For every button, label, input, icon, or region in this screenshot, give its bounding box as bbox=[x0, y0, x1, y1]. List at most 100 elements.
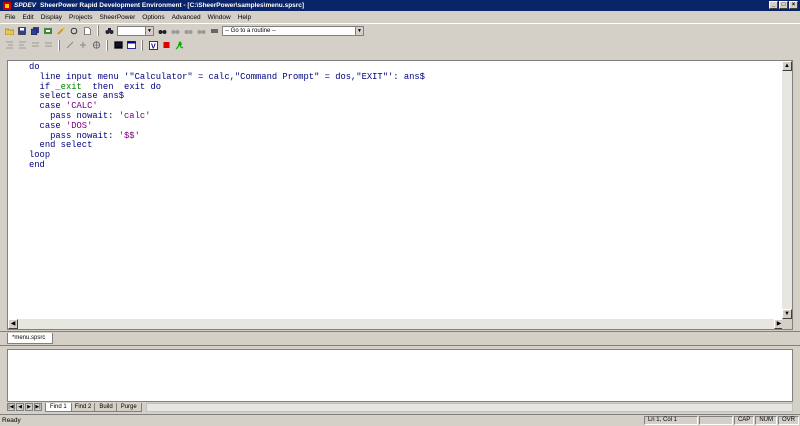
menu-projects[interactable]: Projects bbox=[68, 14, 93, 21]
debug-icon[interactable] bbox=[161, 40, 171, 50]
menu-sheerpower[interactable]: SheerPower bbox=[98, 14, 136, 21]
menu-file[interactable]: File bbox=[4, 14, 16, 21]
tab-find-2[interactable]: Find 2 bbox=[69, 402, 97, 412]
binoculars-icon[interactable] bbox=[157, 26, 167, 36]
menu-bar: File Edit Display Projects SheerPower Op… bbox=[0, 11, 800, 23]
scroll-left-button[interactable]: ◀ bbox=[8, 319, 18, 329]
find-icon[interactable] bbox=[104, 26, 114, 36]
save-all-icon[interactable] bbox=[30, 26, 40, 36]
code-token: case bbox=[29, 120, 66, 131]
code-token: if bbox=[29, 81, 56, 92]
menu-display[interactable]: Display bbox=[40, 14, 63, 21]
toolbar-separator bbox=[106, 39, 108, 51]
vertical-scrollbar[interactable]: ▲ ▼ bbox=[782, 61, 792, 319]
refresh-icon[interactable] bbox=[69, 26, 79, 36]
code-token: 'CALC' bbox=[65, 101, 98, 112]
indent-icon[interactable] bbox=[4, 40, 14, 50]
tab-next-icon[interactable]: ▶ bbox=[25, 403, 33, 411]
tab-last-icon[interactable]: ▶| bbox=[34, 403, 42, 411]
toolbar-separator bbox=[58, 39, 60, 51]
secondary-toolbar: V bbox=[0, 38, 800, 52]
console-icon[interactable] bbox=[113, 40, 123, 50]
cap-indicator: CAP bbox=[733, 416, 755, 425]
document-tabs: *menu.spsrc bbox=[0, 331, 800, 345]
tab-find-1[interactable]: Find 1 bbox=[45, 402, 72, 412]
globe-icon[interactable] bbox=[91, 40, 101, 50]
code-token: select case ans$ bbox=[29, 91, 125, 102]
svg-text:V: V bbox=[151, 43, 156, 50]
maximize-button[interactable]: □ bbox=[779, 1, 788, 9]
tab-build[interactable]: Build bbox=[94, 402, 118, 412]
code-token: then exit do bbox=[81, 81, 161, 92]
code-token: end bbox=[29, 159, 45, 170]
cursor-position: Ln 1, Col 1 bbox=[643, 416, 698, 425]
num-indicator: NUM bbox=[755, 416, 777, 425]
find-combo[interactable]: ▼ bbox=[117, 25, 154, 36]
code-editor[interactable]: do line input menu '"Calculator" = calc,… bbox=[7, 60, 793, 330]
tab-menu-spsrc[interactable]: *menu.spsrc bbox=[7, 333, 53, 344]
code-token: line input menu ' bbox=[29, 71, 130, 82]
minimize-button[interactable]: _ bbox=[769, 1, 778, 9]
scroll-up-button[interactable]: ▲ bbox=[782, 61, 792, 71]
close-button[interactable]: × bbox=[789, 1, 798, 9]
open-folder-icon[interactable] bbox=[4, 26, 14, 36]
code-token: '$$' bbox=[118, 130, 140, 141]
find-next-icon[interactable] bbox=[170, 26, 180, 36]
goto-routine-icon[interactable] bbox=[209, 26, 219, 36]
goto-routine-text: -- Go to a routine -- bbox=[225, 27, 277, 34]
code-token: pass nowait: bbox=[29, 130, 119, 141]
menu-advanced[interactable]: Advanced bbox=[171, 14, 202, 21]
find-prev-icon[interactable] bbox=[183, 26, 193, 36]
code-line[interactable]: loop bbox=[29, 150, 425, 161]
new-file-icon[interactable] bbox=[82, 26, 92, 36]
bookmark-icon[interactable] bbox=[65, 40, 75, 50]
tab-first-icon[interactable]: |◀ bbox=[7, 403, 15, 411]
code-token: case bbox=[29, 101, 66, 112]
toolbar-separator bbox=[141, 39, 143, 51]
window-controls: _ □ × bbox=[769, 1, 798, 9]
output-panel[interactable] bbox=[7, 349, 793, 402]
tab-prev-icon[interactable]: ◀ bbox=[16, 403, 24, 411]
code-token: pass nowait: bbox=[29, 110, 119, 121]
code-token: ': ans$ bbox=[387, 71, 425, 82]
menu-help[interactable]: Help bbox=[237, 14, 252, 21]
code-line[interactable]: end bbox=[29, 159, 425, 171]
tab-purge[interactable]: Purge bbox=[115, 402, 142, 412]
scroll-down-button[interactable]: ▼ bbox=[782, 309, 792, 319]
outdent-icon[interactable] bbox=[17, 40, 27, 50]
pin-icon[interactable] bbox=[78, 40, 88, 50]
menu-options[interactable]: Options bbox=[141, 14, 165, 21]
toolbar-separator bbox=[97, 25, 99, 36]
code-token: end select bbox=[29, 140, 93, 151]
menu-window[interactable]: Window bbox=[207, 14, 232, 21]
chevron-down-icon: ▼ bbox=[355, 26, 363, 35]
window-icon[interactable] bbox=[126, 40, 136, 50]
code-token: _exit bbox=[55, 81, 82, 92]
title-bar: SPDEV SheerPower Rapid Development Envir… bbox=[0, 0, 800, 11]
run-icon[interactable] bbox=[174, 40, 184, 50]
output-tabs: |◀ ◀ ▶ ▶| Find 1 Find 2 Build Purge bbox=[7, 402, 793, 412]
horizontal-scrollbar[interactable]: ◀ ▶ bbox=[8, 319, 784, 329]
code-line[interactable]: end select bbox=[29, 140, 425, 151]
code-token: do bbox=[29, 62, 40, 72]
app-icon bbox=[3, 1, 11, 10]
code-area[interactable]: do line input menu '"Calculator" = calc,… bbox=[29, 62, 425, 171]
ovr-indicator: OVR bbox=[777, 416, 799, 425]
new-project-icon[interactable] bbox=[56, 26, 66, 36]
chevron-down-icon: ▼ bbox=[145, 26, 153, 35]
open-project-icon[interactable] bbox=[43, 26, 53, 36]
main-toolbar: ▼ -- Go to a routine -- ▼ bbox=[0, 23, 800, 37]
scroll-corner bbox=[782, 319, 792, 329]
save-icon[interactable] bbox=[17, 26, 27, 36]
code-token: "Calculator" = calc,"Command Prompt" = d… bbox=[129, 71, 388, 82]
validate-icon[interactable]: V bbox=[148, 40, 158, 50]
uncomment-icon[interactable] bbox=[43, 40, 53, 50]
output-horizontal-scrollbar[interactable] bbox=[145, 402, 793, 412]
app-short-name: SPDEV bbox=[14, 2, 37, 9]
window-title: SheerPower Rapid Development Environment… bbox=[40, 2, 305, 9]
goto-routine-combo[interactable]: -- Go to a routine -- ▼ bbox=[222, 25, 364, 36]
replace-icon[interactable] bbox=[196, 26, 206, 36]
menu-edit[interactable]: Edit bbox=[21, 14, 34, 21]
code-token: 'calc' bbox=[118, 110, 151, 121]
comment-icon[interactable] bbox=[30, 40, 40, 50]
